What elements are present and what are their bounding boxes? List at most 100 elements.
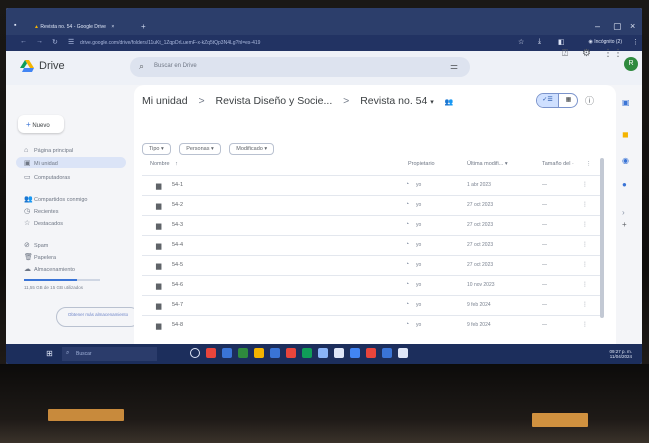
app-icon[interactable]: [382, 348, 392, 358]
app-icon[interactable]: [286, 348, 296, 358]
task-view-icon[interactable]: [190, 348, 200, 358]
app-icon[interactable]: [302, 348, 312, 358]
grid-view-button[interactable]: ▦: [558, 94, 577, 107]
tab-close-icon[interactable]: ×: [111, 24, 114, 30]
url-field[interactable]: drive.google.com/drive/folders/11uKt_1Zq…: [80, 40, 260, 46]
taskbar-search-input[interactable]: ⌕ Buscar: [62, 347, 157, 361]
get-more-storage-button[interactable]: Obtener más almacenamiento: [56, 307, 140, 327]
close-window-button[interactable]: ×: [630, 21, 635, 31]
app-icon[interactable]: [366, 348, 376, 358]
sidebar-item-computers[interactable]: ▭ Computadoras: [24, 173, 70, 181]
store-icon[interactable]: [254, 348, 264, 358]
new-button[interactable]: + Nuevo: [18, 115, 64, 133]
filter-chip-type[interactable]: Tipo ▾: [142, 143, 171, 155]
app-icon[interactable]: [318, 348, 328, 358]
settings-gear-icon[interactable]: ⚙: [582, 48, 591, 59]
table-row[interactable]: ▆ 54-2 ◔ yo 27 oct 2023 — ⋮: [142, 195, 600, 214]
vertical-scrollbar[interactable]: [600, 158, 604, 318]
browser-menu-icon[interactable]: ⋮: [632, 38, 639, 46]
table-row[interactable]: ▆ 54-4 ◔ yo 27 oct 2023 — ⋮: [142, 235, 600, 254]
keep-icon[interactable]: ◼: [622, 130, 629, 139]
table-row[interactable]: ▆ 54-5 ◔ yo 27 oct 2023 — ⋮: [142, 255, 600, 274]
table-row[interactable]: ▆ 54-3 ◔ yo 27 oct 2023 — ⋮: [142, 215, 600, 234]
table-row[interactable]: ▆ 54-1 ◔ yo 1 abr 2023 — ⋮: [142, 175, 600, 194]
app-icon[interactable]: [334, 348, 344, 358]
row-more-icon[interactable]: ⋮: [582, 241, 588, 248]
sidebar-item-trash[interactable]: 🗑Papelera: [24, 253, 56, 261]
add-addon-icon[interactable]: +: [622, 220, 627, 229]
column-header-name[interactable]: Nombre ↑: [150, 161, 178, 167]
row-more-icon[interactable]: ⋮: [582, 181, 588, 188]
shared-people-icon[interactable]: 👥: [445, 99, 454, 106]
table-row[interactable]: ▆ 54-7 ◔ yo 9 feb 2024 — ⋮: [142, 295, 600, 314]
row-more-icon[interactable]: ⋮: [582, 261, 588, 268]
browser-tab[interactable]: ▲ Revista no. 54 - Google Drive ×: [28, 20, 128, 34]
file-name[interactable]: 54-1: [172, 182, 183, 188]
sidebar-item-starred[interactable]: ☆ Destacados: [24, 219, 63, 227]
collapse-panel-icon[interactable]: ›: [622, 208, 625, 217]
row-more-icon[interactable]: ⋮: [582, 301, 588, 308]
sidebar-item-recent[interactable]: ◷ Recientes: [24, 207, 58, 215]
breadcrumb-item-revista[interactable]: Revista Diseño y Socie...: [216, 95, 333, 107]
sidebar-item-storage[interactable]: ☁ Almacenamiento: [24, 265, 75, 273]
tasks-icon[interactable]: ◉: [622, 156, 629, 165]
app-icon[interactable]: [398, 348, 408, 358]
table-row[interactable]: ▆ 54-8 ◔ yo 9 feb 2024 — ⋮: [142, 315, 600, 334]
row-more-icon[interactable]: ⋮: [582, 221, 588, 228]
file-name[interactable]: 54-8: [172, 322, 183, 328]
list-view-button[interactable]: ✓☰: [537, 94, 558, 107]
sidebar-item-home[interactable]: ⌂ Página principal: [24, 147, 73, 154]
row-more-icon[interactable]: ⋮: [582, 201, 588, 208]
search-filter-icon[interactable]: ⚌: [450, 61, 458, 72]
sidebar-item-my-drive[interactable]: ▣ Mi unidad: [16, 157, 126, 168]
edge-icon[interactable]: [222, 348, 232, 358]
folder-menu-caret-icon[interactable]: ▾: [430, 99, 434, 106]
row-more-icon[interactable]: ⋮: [582, 321, 588, 328]
maximize-button[interactable]: ▢: [613, 21, 622, 32]
column-header-modified[interactable]: Última modifi... ▾: [467, 161, 508, 167]
calendar-icon[interactable]: ▣: [622, 98, 630, 107]
apps-grid-icon[interactable]: ⋮⋮: [603, 48, 623, 59]
account-avatar[interactable]: R: [624, 57, 638, 71]
sidebar-item-spam[interactable]: ⊘ Spam: [24, 241, 48, 249]
drive-logo-icon[interactable]: [20, 60, 34, 72]
app-icon[interactable]: [350, 348, 360, 358]
windows-start-icon[interactable]: ⊞: [46, 349, 53, 358]
file-name[interactable]: 54-5: [172, 262, 183, 268]
breadcrumb-item-current[interactable]: Revista no. 54: [360, 95, 427, 107]
drive-search-input[interactable]: ⌕ Buscar en Drive ⚌: [130, 57, 470, 77]
contacts-icon[interactable]: ●: [622, 180, 627, 189]
file-name[interactable]: 54-4: [172, 242, 183, 248]
tray-date[interactable]: 11/04/2024: [610, 354, 632, 359]
chrome-menu-icon[interactable]: ▪: [14, 22, 16, 29]
bookmark-star-icon[interactable]: ☆: [518, 38, 524, 46]
explorer-icon[interactable]: [238, 348, 248, 358]
site-info-icon[interactable]: ☰: [68, 38, 74, 46]
drive-logo-text[interactable]: Drive: [39, 60, 65, 72]
new-tab-button[interactable]: +: [141, 22, 146, 31]
mail-icon[interactable]: [270, 348, 280, 358]
download-icon[interactable]: ⤓: [538, 38, 541, 46]
chrome-icon[interactable]: [206, 348, 216, 358]
file-name[interactable]: 54-3: [172, 222, 183, 228]
filter-chip-people[interactable]: Personas ▾: [179, 143, 221, 155]
info-icon[interactable]: ⓘ: [585, 94, 594, 107]
forward-arrow-icon[interactable]: →: [36, 38, 43, 45]
column-header-owner[interactable]: Propietario: [408, 161, 435, 167]
help-icon[interactable]: ⍰: [562, 48, 568, 59]
file-name[interactable]: 54-2: [172, 202, 183, 208]
sidepanel-icon[interactable]: ◧: [558, 38, 565, 46]
sidebar-item-shared[interactable]: 👥Compartidos conmigo: [24, 195, 88, 203]
reload-icon[interactable]: ↻: [52, 38, 58, 46]
file-name[interactable]: 54-7: [172, 302, 183, 308]
breadcrumb-item-my-drive[interactable]: Mi unidad: [142, 95, 188, 107]
column-header-size[interactable]: Tamaño del ·: [542, 161, 574, 167]
minimize-button[interactable]: –: [595, 21, 600, 31]
file-name[interactable]: 54-6: [172, 282, 183, 288]
back-arrow-icon[interactable]: ←: [20, 38, 27, 45]
row-more-icon[interactable]: ⋮: [582, 281, 588, 288]
incognito-badge[interactable]: ◉ Incógnito (2): [588, 39, 622, 45]
filter-chip-modified[interactable]: Modificado ▾: [229, 143, 275, 155]
column-more-icon[interactable]: ⋮: [586, 161, 592, 167]
table-row[interactable]: ▆ 54-6 ◔ yo 10 nov 2023 — ⋮: [142, 275, 600, 294]
